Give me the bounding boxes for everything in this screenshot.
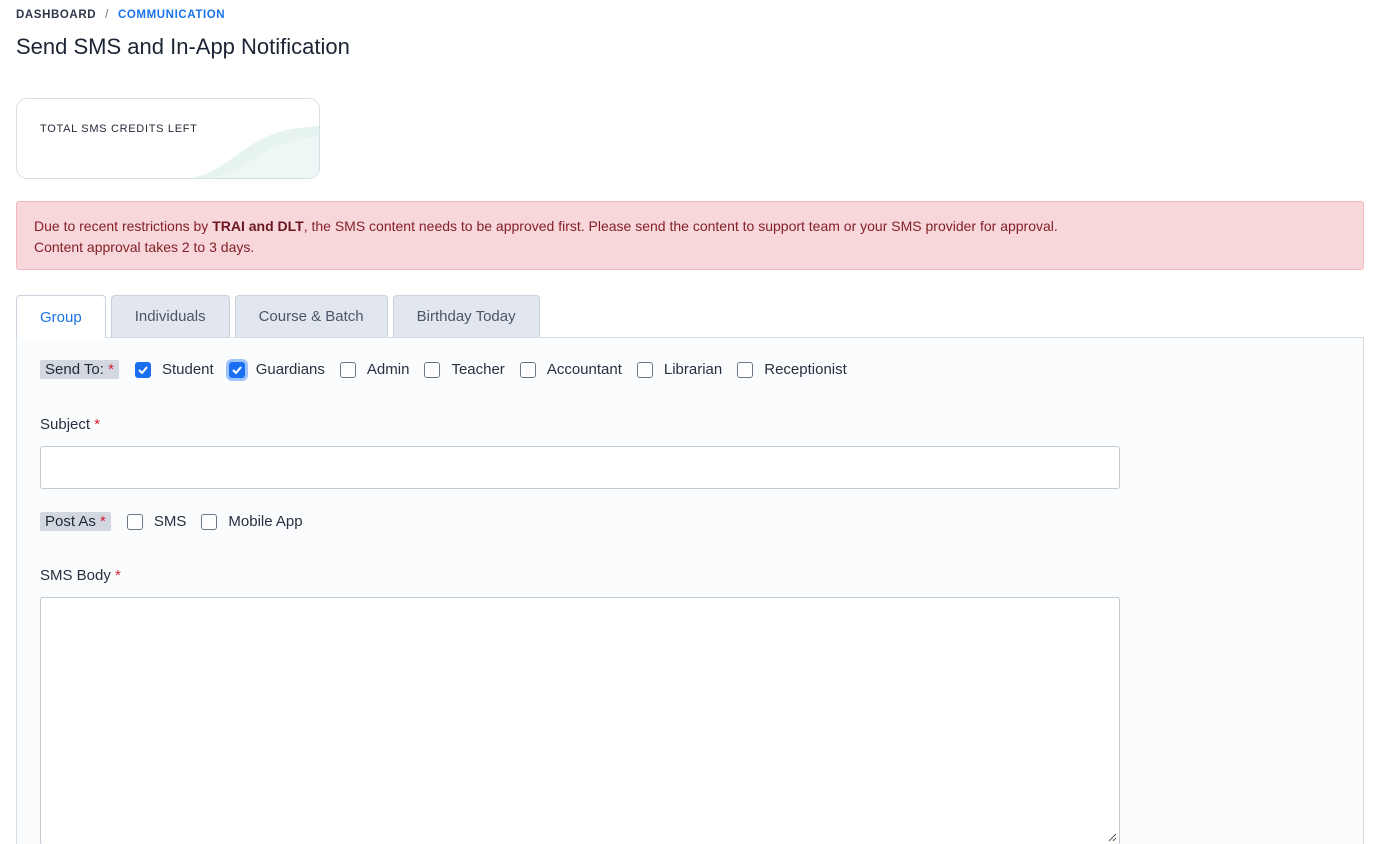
required-mark: *	[115, 567, 121, 584]
breadcrumb: DASHBOARD / COMMUNICATION	[16, 9, 225, 21]
tab-group[interactable]: Group	[16, 295, 106, 338]
send-to-admin[interactable]: Admin	[339, 361, 410, 378]
send-to-label: Send To: *	[40, 360, 119, 379]
sms-credits-label: TOTAL SMS CREDITS LEFT	[40, 123, 198, 135]
tab-birthday-today[interactable]: Birthday Today	[392, 295, 540, 337]
trai-dlt-alert: Due to recent restrictions by TRAI and D…	[16, 201, 1364, 270]
post-as-label: Post As *	[40, 512, 111, 531]
checkmark-icon	[231, 365, 242, 374]
post-as-label-text: Post As	[45, 513, 96, 530]
send-to-accountant[interactable]: Accountant	[519, 361, 622, 378]
tab-individuals[interactable]: Individuals	[110, 295, 230, 337]
send-to-guardians[interactable]: Guardians	[228, 361, 325, 378]
recipient-tabs: Group Individuals Course & Batch Birthda…	[16, 295, 540, 338]
sms-body-label: SMS Body *	[40, 567, 121, 584]
required-mark: *	[108, 361, 114, 378]
post-as-mobile-app[interactable]: Mobile App	[201, 513, 303, 530]
accountant-checkbox[interactable]	[519, 361, 536, 378]
alert-text-line2: Content approval takes 2 to 3 days.	[34, 239, 255, 255]
card-wave-decoration	[189, 126, 319, 178]
alert-text-bold: TRAI and DLT	[212, 218, 304, 234]
guardians-checkbox[interactable]	[228, 361, 245, 378]
resize-grip-icon[interactable]	[1107, 832, 1117, 842]
send-to-row: Send To: * Student Guardians Admin Teach…	[40, 360, 862, 379]
breadcrumb-dashboard-link[interactable]: DASHBOARD	[16, 9, 96, 21]
tab-course-batch[interactable]: Course & Batch	[234, 295, 388, 337]
teacher-checkbox[interactable]	[424, 361, 441, 378]
sms-checkbox[interactable]	[126, 513, 143, 530]
admin-label: Admin	[366, 361, 410, 378]
required-mark: *	[100, 513, 106, 530]
alert-text-suffix: , the SMS content needs to be approved f…	[303, 218, 1058, 234]
librarian-label: Librarian	[663, 361, 723, 378]
teacher-label: Teacher	[451, 361, 505, 378]
sms-body-textarea[interactable]	[40, 597, 1120, 844]
send-to-teacher[interactable]: Teacher	[424, 361, 505, 378]
group-tab-panel: Send To: * Student Guardians Admin Teach…	[16, 337, 1364, 844]
sms-credits-card: TOTAL SMS CREDITS LEFT	[16, 98, 320, 179]
checkmark-icon	[138, 365, 148, 374]
post-as-sms[interactable]: SMS	[126, 513, 187, 530]
send-to-student[interactable]: Student	[134, 361, 214, 378]
required-mark: *	[94, 416, 101, 433]
guardians-label: Guardians	[255, 361, 325, 378]
mobile-app-label: Mobile App	[228, 513, 303, 530]
send-to-librarian[interactable]: Librarian	[636, 361, 723, 378]
breadcrumb-current: COMMUNICATION	[117, 9, 226, 21]
breadcrumb-separator: /	[105, 9, 109, 21]
send-to-receptionist[interactable]: Receptionist	[737, 361, 847, 378]
admin-checkbox[interactable]	[339, 361, 356, 378]
subject-label: Subject *	[40, 416, 100, 433]
post-as-row: Post As * SMS Mobile App	[40, 512, 318, 531]
send-to-label-text: Send To:	[45, 361, 104, 378]
student-checkbox[interactable]	[134, 361, 151, 378]
page: DASHBOARD / COMMUNICATION Send SMS and I…	[0, 0, 1387, 844]
receptionist-checkbox[interactable]	[737, 361, 754, 378]
receptionist-label: Receptionist	[764, 361, 847, 378]
accountant-label: Accountant	[546, 361, 622, 378]
subject-input[interactable]	[40, 446, 1120, 489]
page-title: Send SMS and In-App Notification	[16, 34, 350, 59]
alert-text-prefix: Due to recent restrictions by	[34, 218, 213, 234]
subject-label-text: Subject	[40, 416, 91, 433]
mobile-app-checkbox[interactable]	[201, 513, 218, 530]
sms-body-label-text: SMS Body	[40, 567, 111, 584]
librarian-checkbox[interactable]	[636, 361, 653, 378]
student-label: Student	[161, 361, 214, 378]
sms-label: SMS	[153, 513, 187, 530]
